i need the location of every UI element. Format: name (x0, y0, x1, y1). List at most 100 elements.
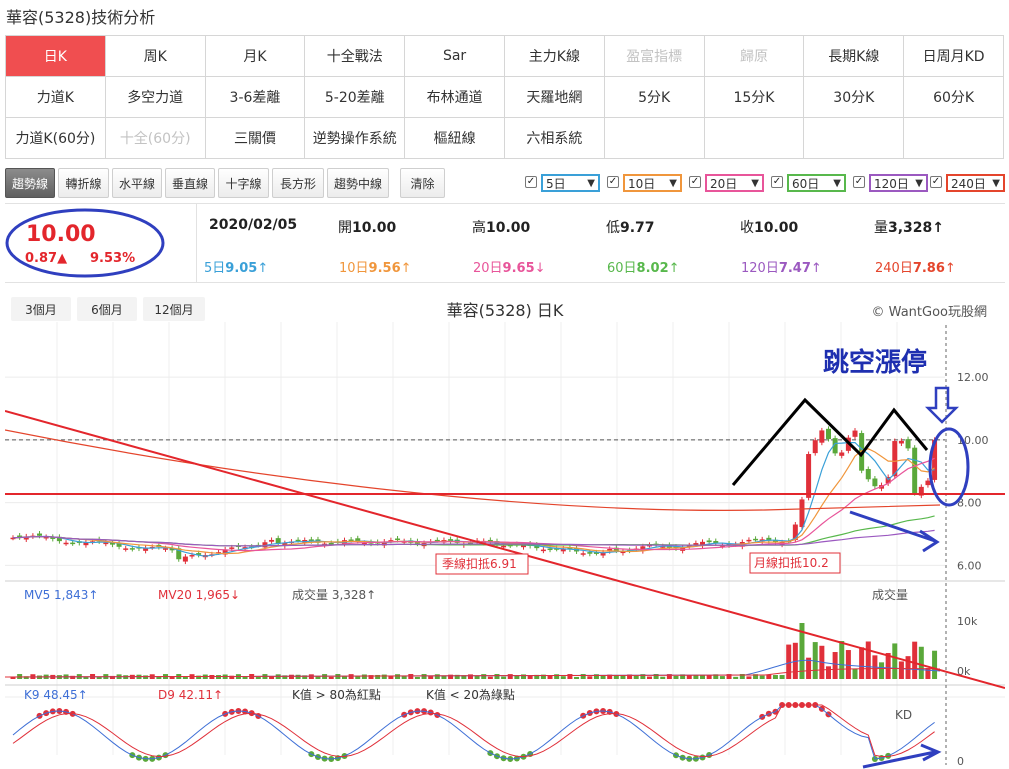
ma-checkbox-4[interactable]: ✓ (853, 176, 865, 188)
volume-bar (859, 647, 865, 679)
ma-checkbox-0[interactable]: ✓ (525, 176, 537, 188)
candlestick-chart[interactable]: 12.0010.008.006.0010k0k0跳空漲停季線扣抵6.91 月線扣抵… (5, 285, 1005, 769)
tab-2[interactable]: 月K (205, 36, 306, 77)
tab-0[interactable]: 日K (6, 36, 106, 77)
volume-bar (772, 675, 778, 679)
tab-25[interactable]: 六相系統 (505, 118, 605, 159)
clear-button[interactable]: 清除 (400, 168, 445, 198)
tab-7: 歸原 (704, 36, 805, 77)
tab-19[interactable]: 60分K (904, 77, 1004, 118)
tab-11[interactable]: 多空力道 (105, 77, 206, 118)
tab-17[interactable]: 15分K (704, 77, 805, 118)
tab-23[interactable]: 逆勢操作系統 (305, 118, 406, 159)
volume-bar (507, 674, 513, 679)
volume-bar (839, 641, 845, 679)
tool-button-0[interactable]: 趨勢線 (5, 168, 55, 198)
tab-9[interactable]: 日周月KD (904, 36, 1004, 77)
volume-bar (706, 675, 712, 679)
tab-22[interactable]: 三關價 (205, 118, 306, 159)
ma-select-0[interactable]: 5日 ▼ (541, 174, 600, 192)
d-line (12, 704, 935, 758)
chevron-down-icon: ▼ (915, 178, 923, 189)
m-top-pattern (731, 397, 929, 486)
volume-bar (554, 674, 560, 679)
tool-button-5[interactable]: 長方形 (272, 168, 324, 198)
month-label: 月線扣抵10.2 (754, 555, 829, 570)
price-tick-label: 12.00 (957, 371, 989, 384)
tab-13[interactable]: 5-20差離 (305, 77, 406, 118)
ma-value-5: 240日7.86↑ (875, 261, 956, 276)
tab-10[interactable]: 力道K (6, 77, 106, 118)
tool-button-4[interactable]: 十字線 (218, 168, 269, 198)
candle-body (189, 555, 195, 557)
ma-value-0: 5日9.05↑ (204, 261, 269, 276)
quote-summary: 10.00 0.87▲ 9.53% 2020/02/05 開10.00 高10.… (5, 203, 1005, 283)
tool-button-6[interactable]: 趨勢中線 (327, 168, 389, 198)
ma-select-5[interactable]: 240日 ▼ (946, 174, 1005, 192)
volume-bar (209, 674, 215, 679)
tab-3[interactable]: 十全戰法 (305, 36, 406, 77)
quote-volume: 量3,328↑ (874, 220, 945, 236)
ma-checkbox-2[interactable]: ✓ (689, 176, 701, 188)
ma-select-2[interactable]: 20日 ▼ (705, 174, 764, 192)
tab-1[interactable]: 周K (105, 36, 206, 77)
volume-bar (381, 674, 387, 679)
candle-body (852, 430, 858, 437)
quote-close: 收10.00 (740, 220, 799, 236)
ma-checkbox-5[interactable]: ✓ (930, 176, 942, 188)
candle-body (70, 542, 76, 545)
volume-bar (487, 676, 493, 679)
volume-bar (673, 675, 679, 679)
tab-20[interactable]: 力道K(60分) (6, 118, 106, 159)
tab-15[interactable]: 天羅地網 (505, 77, 605, 118)
volume-bar (395, 674, 401, 679)
ma-select-4[interactable]: 120日 ▼ (869, 174, 928, 192)
ma-select-label: 240日 (951, 176, 986, 191)
tab-18[interactable]: 30分K (804, 77, 905, 118)
volume-bar (428, 676, 434, 679)
volume-bar (759, 675, 765, 679)
ma-select-3[interactable]: 60日 ▼ (787, 174, 846, 192)
candle-body (501, 545, 507, 548)
candle-body (905, 439, 911, 449)
volume-bar (434, 674, 440, 679)
candle-body (162, 548, 168, 550)
tab-5[interactable]: 主力K線 (505, 36, 605, 77)
volume-bar (255, 676, 261, 679)
candle-body (799, 499, 805, 528)
candle-body (746, 539, 752, 542)
tab-24[interactable]: 樞紐線 (405, 118, 505, 159)
volume-bar (143, 675, 149, 679)
ma-select-label: 20日 (710, 176, 738, 191)
tab-16[interactable]: 5分K (604, 77, 705, 118)
tool-button-2[interactable]: 水平線 (112, 168, 162, 198)
candle-body (693, 543, 699, 545)
volume-bar (414, 676, 420, 679)
candle-body (129, 548, 135, 550)
candle-body (63, 542, 69, 545)
candle-body (706, 540, 712, 543)
tab-4[interactable]: Sar (405, 36, 505, 77)
ma-select-label: 60日 (792, 176, 820, 191)
ma-checkbox-3[interactable]: ✓ (771, 176, 783, 188)
tab-12[interactable]: 3-6差離 (205, 77, 306, 118)
volume-bar (918, 646, 924, 679)
ma-checkbox-1[interactable]: ✓ (607, 176, 619, 188)
season-label: 季線扣抵6.91 (442, 556, 517, 571)
ma-line-240 (5, 429, 941, 511)
volume-tick-label: 10k (957, 615, 978, 628)
volume-panel-label: 成交量 (872, 587, 908, 602)
tab-14[interactable]: 布林通道 (405, 77, 505, 118)
candle-body (182, 556, 188, 562)
ma-select-1[interactable]: 10日 ▼ (623, 174, 682, 192)
tab-8[interactable]: 長期K線 (804, 36, 905, 77)
volume-bar (481, 674, 487, 679)
candle-body (348, 539, 354, 541)
kd-tick-label: 0 (957, 755, 964, 768)
volume-bar (560, 676, 566, 679)
candle-body (865, 469, 871, 480)
tool-button-3[interactable]: 垂直線 (165, 168, 215, 198)
chevron-down-icon: ▼ (751, 178, 759, 189)
tool-button-1[interactable]: 轉折線 (58, 168, 109, 198)
candle-body (328, 542, 334, 545)
